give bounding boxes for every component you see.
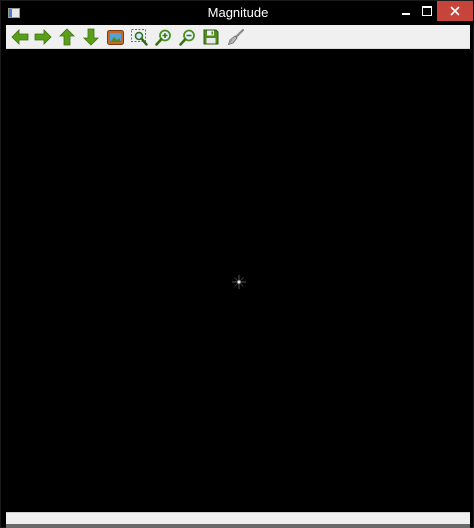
zoom-region-icon <box>130 28 148 46</box>
toolbar <box>6 25 470 49</box>
zoom-region-button[interactable] <box>129 27 149 47</box>
minimize-icon[interactable] <box>395 1 417 21</box>
zoom-out-button[interactable] <box>177 27 197 47</box>
zoom-in-icon <box>154 29 171 46</box>
save-icon <box>203 29 219 45</box>
arrow-left-icon <box>11 29 29 45</box>
magnitude-window: Magnitude <box>0 0 474 528</box>
close-icon[interactable] <box>437 1 473 21</box>
image-canvas[interactable] <box>6 49 470 512</box>
picture-icon <box>106 29 124 45</box>
arrow-up-icon <box>59 28 75 46</box>
brush-icon <box>227 28 244 45</box>
title-bar[interactable]: Magnitude <box>1 1 474 25</box>
pan-right-button[interactable] <box>33 27 53 47</box>
pan-left-button[interactable] <box>10 27 30 47</box>
status-bar <box>6 512 470 524</box>
pan-up-button[interactable] <box>57 27 77 47</box>
arrow-down-icon <box>83 28 99 46</box>
copy-button[interactable] <box>225 27 245 47</box>
bright-spot <box>232 275 246 289</box>
maximize-icon[interactable] <box>415 1 437 21</box>
save-button[interactable] <box>201 27 221 47</box>
window-bottom-edge <box>6 524 470 528</box>
pan-down-button[interactable] <box>81 27 101 47</box>
zoom-out-icon <box>178 29 195 46</box>
arrow-right-icon <box>34 29 52 45</box>
zoom-in-button[interactable] <box>153 27 173 47</box>
fit-image-button[interactable] <box>105 27 125 47</box>
